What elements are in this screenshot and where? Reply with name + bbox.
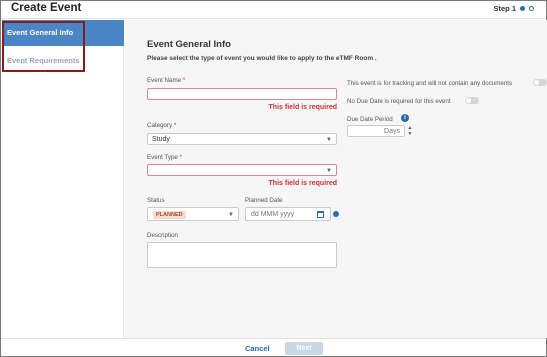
- planned-date-placeholder: dd MMM yyyy: [251, 211, 295, 218]
- status-badge: PLANNED: [153, 211, 186, 219]
- step-label: Step 1: [493, 4, 516, 13]
- status-dot-icon: [333, 211, 339, 217]
- section-subtitle: Please select the type of event you woul…: [147, 55, 377, 62]
- event-name-label-text: Event Name: [147, 77, 182, 84]
- calendar-icon[interactable]: [317, 211, 324, 218]
- event-type-error: This field is required: [268, 180, 337, 187]
- dialog-title: Create Event: [11, 2, 82, 14]
- chevron-down-icon: ▼: [228, 212, 234, 218]
- next-button[interactable]: Next: [285, 342, 323, 355]
- due-date-stepper[interactable]: ▲ ▼: [406, 125, 414, 137]
- stepper-down-icon[interactable]: ▼: [406, 131, 414, 137]
- category-select[interactable]: Study ▼: [147, 133, 337, 145]
- description-textarea[interactable]: [147, 242, 337, 268]
- sidebar-item-event-general-info[interactable]: Event General Info: [2, 20, 124, 46]
- dialog-header: Create Event Step 1: [1, 1, 546, 19]
- event-type-required-mark: *: [179, 154, 182, 161]
- event-type-label: Event Type *: [147, 154, 182, 161]
- step-2-dot-icon: [529, 6, 534, 11]
- section-title: Event General Info: [147, 39, 231, 50]
- no-due-date-toggle[interactable]: [465, 97, 479, 104]
- sidebar: Event General Info Event Requirements: [2, 20, 124, 338]
- event-name-input[interactable]: [147, 88, 337, 100]
- info-icon[interactable]: i: [401, 114, 409, 122]
- category-label: Category *: [147, 122, 176, 129]
- sidebar-item-event-requirements[interactable]: Event Requirements: [2, 48, 124, 74]
- chevron-down-icon: ▼: [326, 137, 332, 143]
- create-event-dialog: Create Event Step 1 Event General Info E…: [0, 0, 547, 357]
- due-date-period-input[interactable]: Days: [347, 125, 405, 137]
- event-name-error: This field is required: [268, 104, 337, 111]
- planned-date-label: Planned Date: [245, 197, 283, 204]
- due-date-period-label: Due Date Period: [347, 116, 393, 123]
- tracking-toggle-label: This event is for tracking and will not …: [347, 80, 513, 87]
- due-date-unit: Days: [384, 128, 400, 135]
- category-label-text: Category: [147, 122, 173, 129]
- cancel-button[interactable]: Cancel: [245, 344, 270, 353]
- event-name-label: Event Name *: [147, 77, 185, 84]
- description-label: Description: [147, 232, 178, 239]
- chevron-down-icon: ▼: [326, 168, 332, 174]
- dialog-footer: Cancel Next: [1, 338, 546, 356]
- event-name-required-mark: *: [182, 77, 186, 84]
- tracking-toggle[interactable]: [533, 79, 547, 86]
- status-select[interactable]: PLANNED ▼: [147, 207, 239, 221]
- event-type-select[interactable]: ▼: [147, 164, 337, 176]
- event-type-label-text: Event Type: [147, 154, 178, 161]
- step-1-dot-icon: [520, 6, 525, 11]
- category-selected-value: Study: [152, 136, 170, 143]
- category-required-mark: *: [173, 122, 177, 129]
- planned-date-input[interactable]: dd MMM yyyy: [245, 207, 331, 221]
- status-label: Status: [147, 197, 165, 204]
- step-indicator: Step 1: [493, 4, 534, 13]
- main-panel: Event General Info Please select the typ…: [125, 20, 547, 338]
- no-due-date-toggle-label: No Due Date is required for this event: [347, 98, 451, 105]
